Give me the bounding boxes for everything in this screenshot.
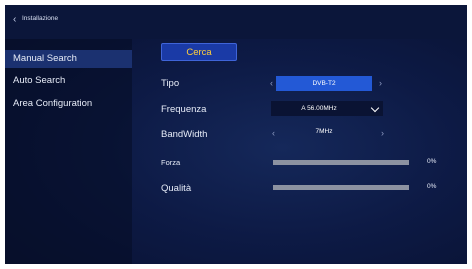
- chevron-left-icon[interactable]: ‹: [270, 78, 273, 88]
- frequenza-dropdown[interactable]: A 56.00MHz: [271, 101, 383, 116]
- back-chevron-icon[interactable]: ‹: [13, 15, 19, 25]
- chevron-left-icon[interactable]: ‹: [272, 128, 275, 138]
- frequenza-label: Frequenza: [161, 104, 207, 115]
- installation-screen: ‹ Installazione Manual Search Auto Searc…: [5, 5, 467, 264]
- bandwidth-label: BandWidth: [161, 129, 208, 140]
- cerca-button[interactable]: Cerca: [161, 43, 237, 61]
- tipo-selector[interactable]: DVB-T2: [276, 76, 372, 91]
- sidebar: Manual Search Auto Search Area Configura…: [5, 39, 132, 264]
- chevron-down-icon[interactable]: [370, 103, 380, 113]
- frequenza-value: A 56.00MHz: [301, 105, 337, 112]
- forza-label: Forza: [161, 158, 181, 167]
- tipo-label: Tipo: [161, 78, 180, 89]
- sidebar-item-manual-search[interactable]: Manual Search: [5, 50, 132, 68]
- manual-search-panel: Cerca Tipo ‹ DVB-T2 › Frequenza A 56.00M…: [132, 39, 467, 264]
- forza-percent: 0%: [427, 158, 437, 165]
- qualita-label: Qualità: [161, 183, 192, 194]
- qualita-bar: [273, 185, 409, 190]
- bandwidth-value[interactable]: 7MHz: [276, 128, 372, 135]
- sidebar-item-area-configuration[interactable]: Area Configuration: [5, 95, 132, 113]
- chevron-right-icon[interactable]: ›: [379, 78, 382, 88]
- chevron-right-icon[interactable]: ›: [381, 128, 384, 138]
- page-title: Installazione: [22, 15, 59, 22]
- sidebar-item-auto-search[interactable]: Auto Search: [5, 72, 132, 90]
- header-bar: ‹ Installazione: [5, 5, 467, 39]
- forza-bar: [273, 160, 409, 165]
- qualita-percent: 0%: [427, 183, 437, 190]
